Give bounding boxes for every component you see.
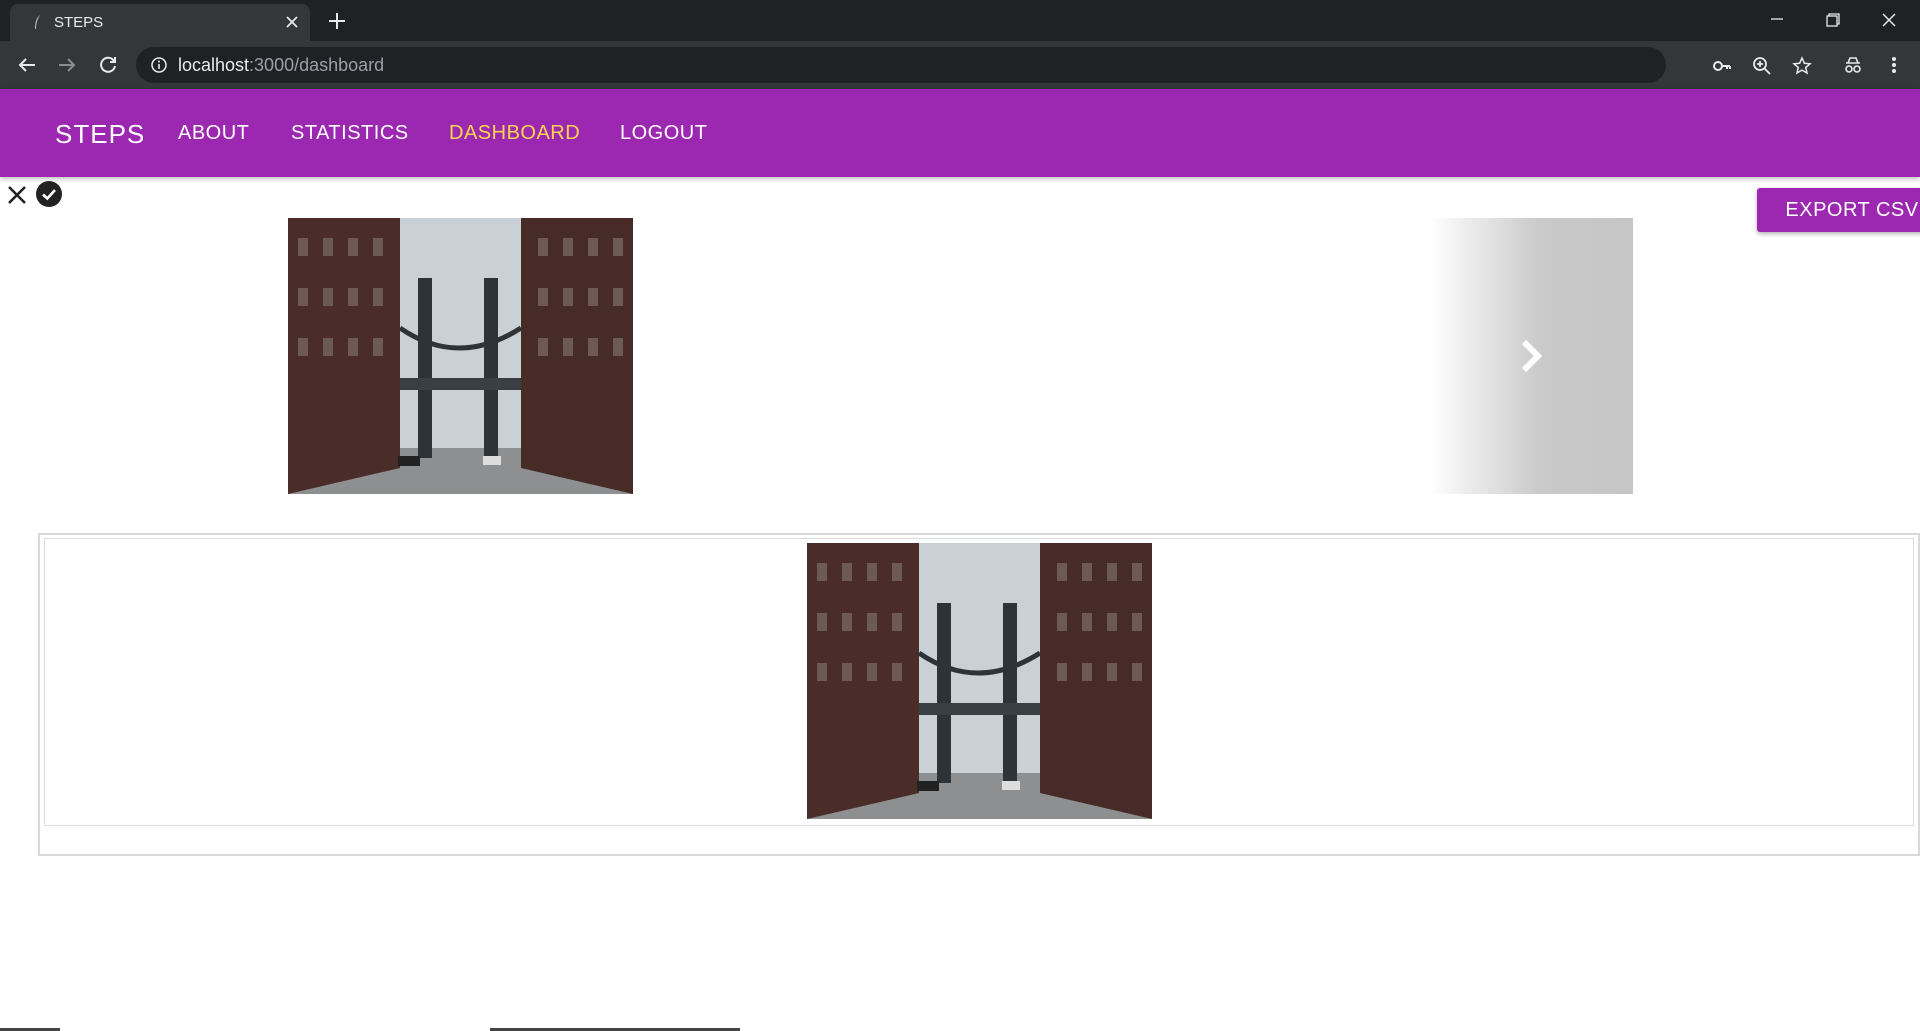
export-csv-button[interactable]: EXPORT CSV <box>1757 188 1920 232</box>
restore-icon[interactable] <box>1810 6 1856 34</box>
nav-statistics[interactable]: STATISTICS <box>291 122 409 145</box>
carousel-image <box>288 218 633 494</box>
detail-image <box>807 543 1152 819</box>
forward-arrow-icon[interactable] <box>56 54 78 76</box>
carousel-next-button[interactable] <box>1430 218 1633 494</box>
check-circle-icon[interactable] <box>35 180 63 208</box>
chevron-right-icon <box>1521 339 1543 373</box>
feather-icon <box>35 15 40 29</box>
browser-tab-bar: STEPS <box>0 0 1920 41</box>
minimize-icon[interactable] <box>1754 6 1800 34</box>
incognito-icon[interactable] <box>1842 54 1864 76</box>
url-host: localhost <box>178 55 250 75</box>
key-icon[interactable] <box>1712 56 1732 76</box>
site-info-icon[interactable] <box>150 56 168 74</box>
window-close-icon[interactable] <box>1866 6 1912 34</box>
browser-tab[interactable]: STEPS <box>10 4 310 41</box>
browser-address-bar: localhost:3000/dashboard <box>0 41 1920 89</box>
tab-title: STEPS <box>54 14 104 31</box>
zoom-icon[interactable] <box>1752 56 1772 76</box>
reload-icon[interactable] <box>97 54 119 76</box>
tab-close-icon[interactable] <box>283 13 301 31</box>
new-tab-icon[interactable] <box>326 10 348 32</box>
url-path: :3000/dashboard <box>249 55 385 75</box>
more-menu-icon[interactable] <box>1883 54 1905 76</box>
app-navbar: STEPS ABOUT STATISTICS DASHBOARD LOGOUT <box>0 89 1920 177</box>
back-arrow-icon[interactable] <box>16 54 38 76</box>
url-field[interactable]: localhost:3000/dashboard <box>136 47 1812 83</box>
nav-logout[interactable]: LOGOUT <box>620 122 707 145</box>
nav-about[interactable]: ABOUT <box>178 122 249 145</box>
brand-logo[interactable]: STEPS <box>55 119 145 150</box>
url-text: localhost:3000/dashboard <box>178 55 384 76</box>
close-icon[interactable] <box>4 182 30 208</box>
star-icon[interactable] <box>1792 56 1812 76</box>
nav-dashboard[interactable]: DASHBOARD <box>449 122 580 145</box>
